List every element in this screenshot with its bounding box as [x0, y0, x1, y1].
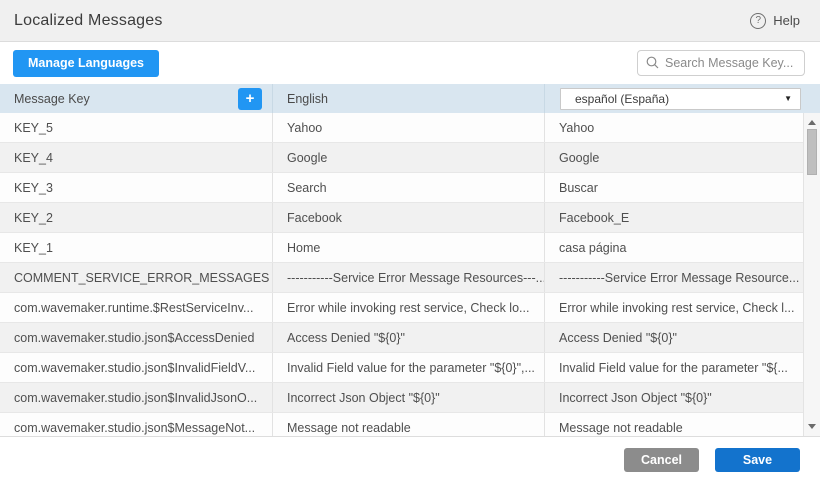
cell-message-key[interactable]: com.wavemaker.studio.json$MessageNot...: [0, 413, 273, 437]
plus-icon: +: [246, 91, 255, 106]
add-language-button[interactable]: +: [238, 88, 262, 110]
cell-message-key[interactable]: KEY_5: [0, 113, 273, 142]
cell-message-key[interactable]: KEY_3: [0, 173, 273, 202]
cell-message-key[interactable]: com.wavemaker.runtime.$RestServiceInv...: [0, 293, 273, 322]
table-header: Message Key + English español (España) ▼: [0, 84, 820, 113]
table-body: KEY_5 Yahoo Yahoo KEY_4 Google Google KE…: [0, 113, 820, 437]
table-row[interactable]: KEY_2 Facebook Facebook_E: [0, 203, 820, 233]
cell-message-key[interactable]: KEY_4: [0, 143, 273, 172]
language-select-value: español (España): [575, 92, 669, 106]
cell-english[interactable]: Error while invoking rest service, Check…: [273, 293, 545, 322]
table-row[interactable]: KEY_1 Home casa página: [0, 233, 820, 263]
table-row[interactable]: KEY_3 Search Buscar: [0, 173, 820, 203]
localized-messages-dialog: Localized Messages ? Help Manage Languag…: [0, 0, 820, 487]
search-input[interactable]: [637, 50, 805, 76]
cell-english[interactable]: Google: [273, 143, 545, 172]
table-row[interactable]: com.wavemaker.studio.json$InvalidJsonO..…: [0, 383, 820, 413]
table-body-rows: KEY_5 Yahoo Yahoo KEY_4 Google Google KE…: [0, 113, 820, 437]
help-link[interactable]: ? Help: [750, 13, 800, 29]
cell-message-key[interactable]: KEY_2: [0, 203, 273, 232]
cell-localized[interactable]: casa página: [545, 233, 820, 262]
search-box: [637, 50, 805, 76]
table-row[interactable]: KEY_4 Google Google: [0, 143, 820, 173]
message-key-header-label: Message Key: [14, 92, 90, 106]
cell-localized[interactable]: Buscar: [545, 173, 820, 202]
scroll-down-arrow-icon[interactable]: [804, 419, 820, 434]
cell-message-key[interactable]: com.wavemaker.studio.json$AccessDenied: [0, 323, 273, 352]
cell-localized[interactable]: Incorrect Json Object "${0}": [545, 383, 820, 412]
scrollbar-thumb[interactable]: [807, 129, 817, 175]
title-bar: Localized Messages ? Help: [0, 0, 820, 42]
cell-english[interactable]: -----------Service Error Message Resourc…: [273, 263, 545, 292]
cell-localized[interactable]: Invalid Field value for the parameter "$…: [545, 353, 820, 382]
table-row[interactable]: COMMENT_SERVICE_ERROR_MESSAGES ---------…: [0, 263, 820, 293]
help-label: Help: [773, 13, 800, 28]
table-row[interactable]: com.wavemaker.studio.json$MessageNot... …: [0, 413, 820, 437]
cell-message-key[interactable]: COMMENT_SERVICE_ERROR_MESSAGES: [0, 263, 273, 292]
cell-message-key[interactable]: com.wavemaker.studio.json$InvalidFieldV.…: [0, 353, 273, 382]
column-header-message-key: Message Key +: [0, 84, 273, 113]
table-row[interactable]: com.wavemaker.studio.json$InvalidFieldV.…: [0, 353, 820, 383]
cancel-button[interactable]: Cancel: [624, 448, 699, 472]
cell-message-key[interactable]: KEY_1: [0, 233, 273, 262]
table-row[interactable]: com.wavemaker.runtime.$RestServiceInv...…: [0, 293, 820, 323]
column-header-english: English: [273, 84, 545, 113]
cell-localized[interactable]: Google: [545, 143, 820, 172]
cell-localized[interactable]: Access Denied "${0}": [545, 323, 820, 352]
english-header-label: English: [287, 92, 328, 106]
save-button[interactable]: Save: [715, 448, 800, 472]
cell-english[interactable]: Facebook: [273, 203, 545, 232]
vertical-scrollbar[interactable]: [803, 113, 820, 436]
table-row[interactable]: KEY_5 Yahoo Yahoo: [0, 113, 820, 143]
cell-english[interactable]: Access Denied "${0}": [273, 323, 545, 352]
cell-localized[interactable]: Message not readable: [545, 413, 820, 437]
cell-english[interactable]: Home: [273, 233, 545, 262]
cell-localized[interactable]: Facebook_E: [545, 203, 820, 232]
chevron-down-icon: ▼: [784, 94, 792, 103]
toolbar: Manage Languages: [0, 42, 820, 84]
help-icon: ?: [750, 13, 766, 29]
search-icon: [646, 56, 659, 69]
cell-localized[interactable]: -----------Service Error Message Resourc…: [545, 263, 820, 292]
scroll-up-arrow-icon[interactable]: [804, 115, 820, 130]
column-header-language: español (España) ▼: [545, 84, 820, 113]
cell-message-key[interactable]: com.wavemaker.studio.json$InvalidJsonO..…: [0, 383, 273, 412]
cell-localized[interactable]: Yahoo: [545, 113, 820, 142]
footer-action-bar: Cancel Save: [0, 437, 820, 487]
cell-english[interactable]: Incorrect Json Object "${0}": [273, 383, 545, 412]
manage-languages-button[interactable]: Manage Languages: [13, 50, 159, 77]
language-select[interactable]: español (España) ▼: [560, 88, 801, 110]
table-row[interactable]: com.wavemaker.studio.json$AccessDenied A…: [0, 323, 820, 353]
page-title: Localized Messages: [14, 12, 163, 30]
cell-english[interactable]: Search: [273, 173, 545, 202]
cell-english[interactable]: Yahoo: [273, 113, 545, 142]
cell-english[interactable]: Invalid Field value for the parameter "$…: [273, 353, 545, 382]
cell-localized[interactable]: Error while invoking rest service, Check…: [545, 293, 820, 322]
cell-english[interactable]: Message not readable: [273, 413, 545, 437]
